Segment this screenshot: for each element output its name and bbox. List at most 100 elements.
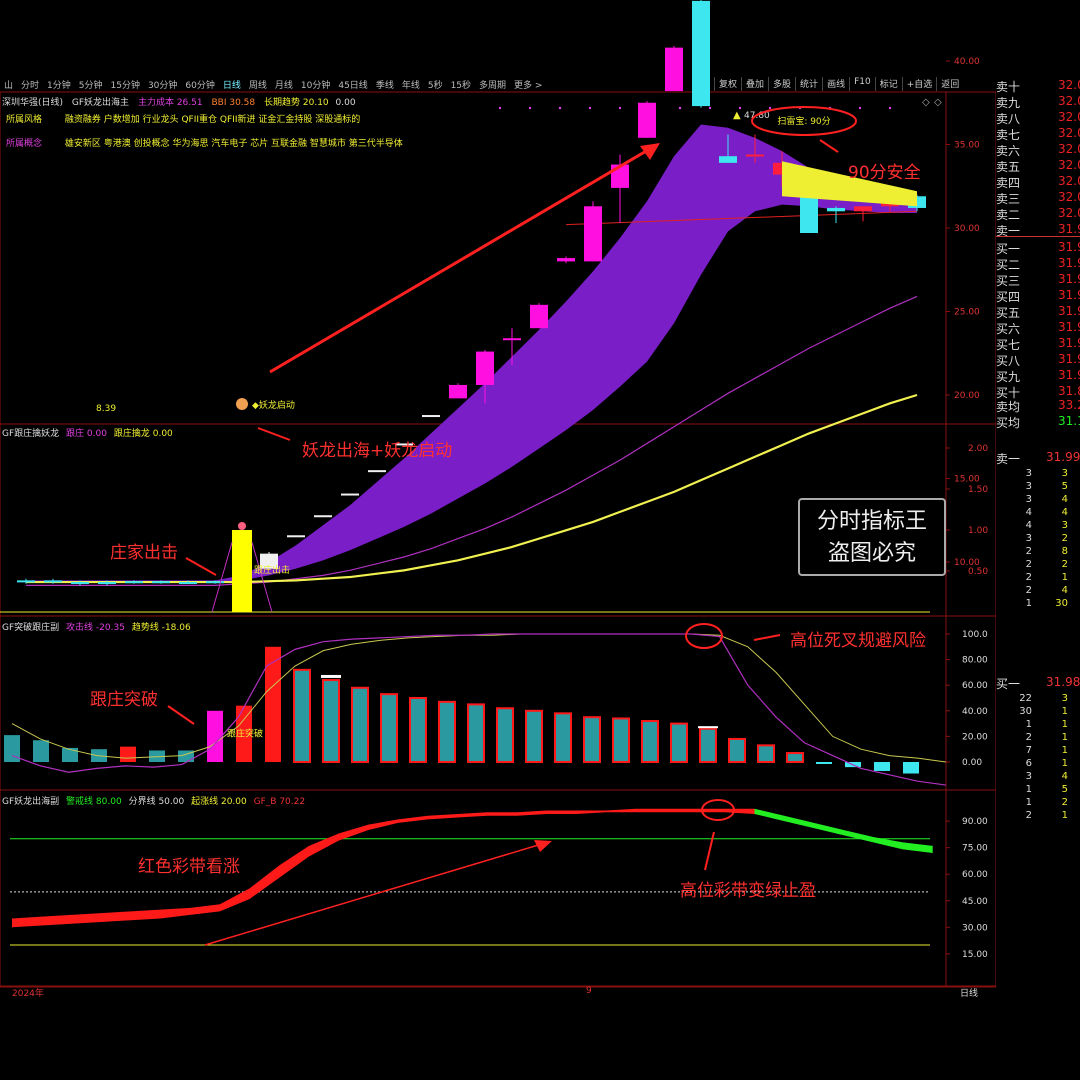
sell-level-label: 卖四 <box>996 176 1021 190</box>
sell1-queue-qty: 4 <box>1025 507 1032 518</box>
buy1-queue-qty: 2 <box>1025 810 1032 821</box>
candle-body <box>17 580 35 583</box>
sell1-queue-row: 44 <box>996 507 1068 518</box>
p2-tick-label: 1.00 <box>968 526 988 536</box>
top-dot-marker <box>738 106 742 110</box>
p3-bar <box>207 710 223 762</box>
axis-period[interactable]: 日线 <box>960 986 978 999</box>
candle-body <box>341 493 359 496</box>
candle-body <box>179 582 197 585</box>
sell1-queue-count: 8 <box>1061 546 1068 557</box>
buy1-queue-row: 11 <box>996 719 1068 730</box>
sell1-queue-count: 2 <box>1061 533 1068 544</box>
sell-level-price: 32.0 <box>1058 174 1080 188</box>
sell1-queue-count: 3 <box>1061 468 1068 479</box>
p3-signal-label: 跟庄突破 <box>227 727 263 739</box>
sell-level-label: 卖十 <box>996 80 1021 94</box>
buy-level-label: 买二 <box>996 258 1021 272</box>
top-dot-marker <box>858 106 862 110</box>
avg-sell: 卖均 33.2 <box>996 398 1080 415</box>
candle-body <box>692 0 710 107</box>
buy-level-price: 31.9 <box>1058 304 1080 318</box>
panel3-value2: -18.06 <box>161 623 191 633</box>
panel4-header: GF妖龙出海副 警戒线 80.00 分界线 50.00 起涨线 20.00 GF… <box>2 794 305 807</box>
sell-level-label: 卖二 <box>996 208 1021 222</box>
candle-body <box>44 580 62 583</box>
safety-arrow <box>819 139 839 153</box>
panel4-value1: 80.00 <box>95 797 122 807</box>
buy-level-label: 买五 <box>996 306 1021 320</box>
p3-bar <box>525 709 543 763</box>
buy-level: 买八 31.9 <box>996 352 1080 369</box>
sell1-queue-count: 1 <box>1061 572 1068 583</box>
sell-level-price: 32.0 <box>1058 78 1080 92</box>
sell-level-price: 32.0 <box>1058 110 1080 124</box>
candle-body <box>665 47 683 92</box>
avg-buy-label: 买均 <box>996 416 1021 430</box>
p3-bar <box>816 762 832 764</box>
p3-bar <box>757 744 775 763</box>
axis-year: 2024年 <box>12 989 44 999</box>
p4-tick-label: 30.00 <box>962 923 988 933</box>
top-dot-marker <box>708 106 712 110</box>
buy-level: 买六 31.9 <box>996 320 1080 337</box>
panel3-label2: 趋势线 <box>131 623 159 633</box>
candle-body <box>125 581 143 584</box>
sell-level: 卖九 32.0 <box>996 94 1080 111</box>
sell-level-price: 32.0 <box>1058 94 1080 108</box>
annotation-deadcross: 高位死叉规避风险 <box>790 631 926 651</box>
candle-body <box>530 304 548 329</box>
panel4-label1: 警戒线 <box>66 797 94 807</box>
p4-tick-label: 15.00 <box>962 950 988 960</box>
p3-bar <box>438 700 456 764</box>
high-arrow-icon: ▲ <box>733 110 741 121</box>
p3-tick-label: 20.00 <box>962 732 988 742</box>
p3-peak-marker <box>321 674 341 678</box>
buy1-queue-row: 12 <box>996 797 1068 808</box>
candle-body <box>854 206 872 212</box>
sell1-queue-qty: 3 <box>1025 481 1032 492</box>
panel3-header: GF突破跟庄副 攻击线 -20.35 趋势线 -18.06 <box>2 620 191 633</box>
sell1-queue-qty: 2 <box>1025 546 1032 557</box>
annotation-breakout: 妖龙出海+妖龙启动 <box>302 441 453 461</box>
sell-level-label: 卖六 <box>996 144 1021 158</box>
sell1-queue-count: 4 <box>1061 494 1068 505</box>
buy1-queue-row: 71 <box>996 745 1068 756</box>
buy-level-price: 31.9 <box>1058 352 1080 366</box>
top-dot-marker <box>888 106 892 110</box>
panel4-name[interactable]: GF妖龙出海副 <box>2 797 59 807</box>
p4-green-band <box>754 808 933 853</box>
sell1-queue-label: 卖一 <box>996 452 1021 466</box>
p3-bar <box>265 646 281 762</box>
p3-bar <box>120 746 136 762</box>
p3-bar <box>903 762 919 774</box>
y-tick-label: 25.00 <box>954 308 980 318</box>
p3-tick-label: 60.00 <box>962 681 988 691</box>
sell1-queue-price: 31.99 <box>1046 450 1080 464</box>
buy1-queue-qty: 1 <box>1025 797 1032 808</box>
top-dot-marker <box>678 106 682 110</box>
annotation-safe: 90分安全 <box>848 163 921 183</box>
dragon-signal-icon <box>236 398 248 410</box>
panel3-name[interactable]: GF突破跟庄副 <box>2 623 59 633</box>
top-dot-marker <box>618 106 622 110</box>
buy-level-price: 31.9 <box>1058 256 1080 270</box>
p2-tick-label: 2.00 <box>968 444 988 454</box>
candle-body <box>503 338 521 341</box>
panel4-label4: GF_B <box>253 797 277 807</box>
avg-sell-label: 卖均 <box>996 400 1021 414</box>
buy1-queue-count: 5 <box>1061 784 1068 795</box>
buy1-queue-count: 1 <box>1061 758 1068 769</box>
y-tick-label: 30.00 <box>954 224 980 234</box>
panel2-name[interactable]: GF跟庄擒妖龙 <box>2 429 59 439</box>
sell1-queue-count: 4 <box>1061 585 1068 596</box>
sell-level: 卖四 32.0 <box>996 174 1080 191</box>
panel2-label2: 跟庄擒龙 <box>113 429 150 439</box>
sell-level-price: 32.0 <box>1058 142 1080 156</box>
sell-level: 卖三 32.0 <box>996 190 1080 207</box>
buy1-queue-count: 3 <box>1061 693 1068 704</box>
p3-tick-label: 100.0 <box>962 630 988 640</box>
top-dot-marker <box>768 106 772 110</box>
sell-level-price: 32.0 <box>1058 190 1080 204</box>
p3-bar <box>641 720 659 763</box>
